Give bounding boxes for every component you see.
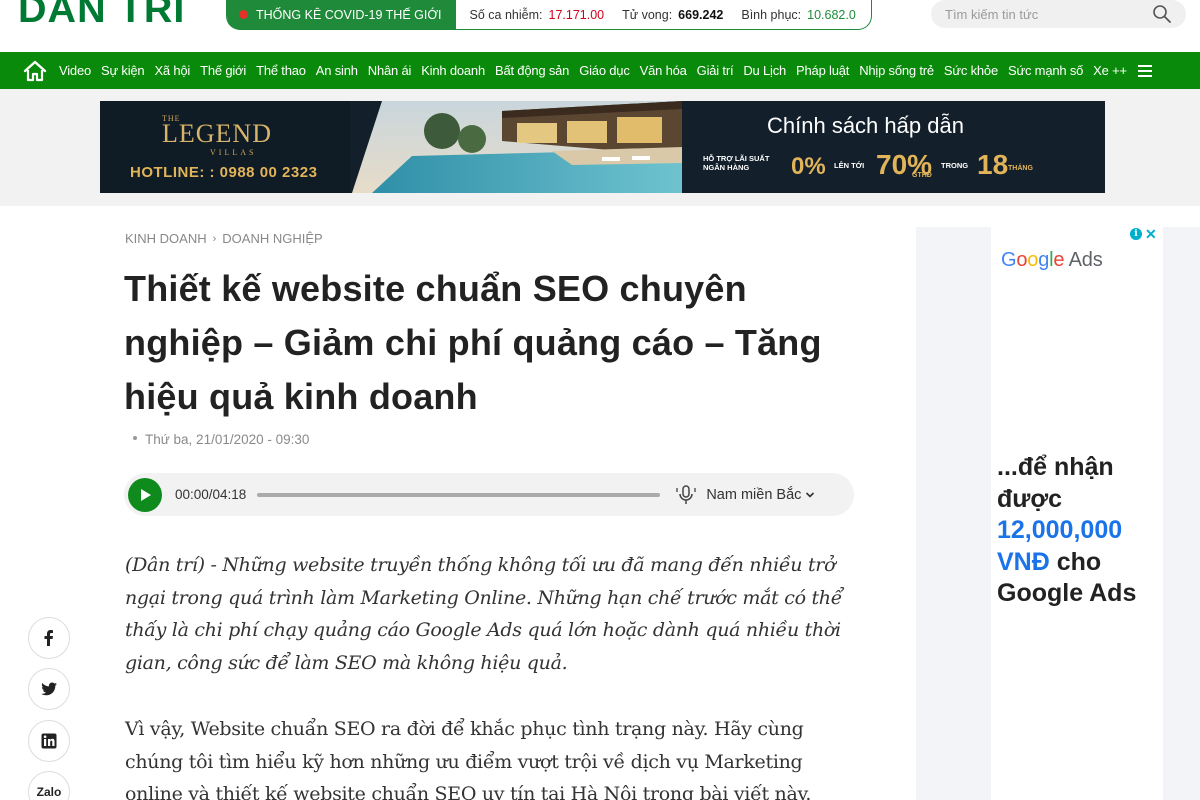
info-icon[interactable]: i <box>1130 228 1142 240</box>
banner-gthd: GTHĐ <box>912 172 932 179</box>
recovered-value: 10.682.0 <box>807 7 856 22</box>
deaths-label: Tử vong: <box>622 7 673 22</box>
audio-progress-bar[interactable] <box>257 492 661 497</box>
google-ads-logo: Google Ads <box>1001 249 1103 272</box>
nav-item-nhip-song-tre[interactable]: Nhịp sống trẻ <box>854 63 939 78</box>
play-icon <box>141 488 151 501</box>
nav-item-su-kien[interactable]: Sự kiện <box>96 63 149 78</box>
chevron-down-icon[interactable] <box>805 490 815 500</box>
breadcrumb-subcategory[interactable]: DOANH NGHIỆP <box>222 231 322 246</box>
breadcrumb-category[interactable]: KINH DOANH <box>125 231 207 246</box>
nav-item-van-hoa[interactable]: Văn hóa <box>635 63 692 78</box>
main-nav: Video Sự kiện Xã hội Thế giới Thể thao A… <box>0 52 1200 89</box>
nav-item-xa-hoi[interactable]: Xã hội <box>149 63 195 78</box>
search-input[interactable] <box>945 6 1152 22</box>
covid-cases: Số ca nhiễm: 17.171.00 <box>470 8 605 22</box>
covid-recovered: Bình phục: 10.682.0 <box>741 8 855 22</box>
article-lead: (Dân trí) - Những website truyền thống k… <box>125 554 843 674</box>
nav-item-du-lich[interactable]: Du Lịch <box>738 63 791 78</box>
cases-label: Số ca nhiễm: <box>469 7 543 22</box>
share-facebook-button[interactable] <box>28 617 70 659</box>
banner-area: THE LEGEND VILLAS HOTLINE: : 0988 00 232… <box>0 89 1200 206</box>
banner-ad[interactable]: THE LEGEND VILLAS HOTLINE: : 0988 00 232… <box>100 101 1105 193</box>
article-title: Thiết kế website chuẩn SEO chuyên nghiệp… <box>124 268 822 417</box>
close-icon[interactable]: ✕ <box>1145 227 1157 241</box>
covid-stats-bar[interactable]: THỐNG KÊ COVID-19 THẾ GIỚI Số ca nhiễm: 1… <box>226 0 872 30</box>
article-date-text: Thứ ba, 21/01/2020 - 09:30 <box>145 432 310 447</box>
nav-item-bat-dong-san[interactable]: Bất động sản <box>490 63 574 78</box>
ad-choices[interactable]: i ✕ <box>1130 227 1157 241</box>
nav-item-kinh-doanh[interactable]: Kinh doanh <box>416 63 490 78</box>
banner-support-line1: HỖ TRỢ LÃI SUẤT <box>703 154 770 163</box>
nav-item-suc-manh-so[interactable]: Sức mạnh số <box>1003 63 1088 78</box>
covid-title-text: THỐNG KÊ COVID-19 THẾ GIỚI <box>256 7 442 22</box>
deaths-value: 669.242 <box>678 7 724 22</box>
nav-item-xe[interactable]: Xe ++ <box>1088 63 1132 78</box>
banner-up-to: LÊN TỚI <box>834 161 865 170</box>
menu-icon[interactable] <box>1137 64 1152 78</box>
audio-player: 00:00/04:18 Nam miền Bắc <box>124 473 854 516</box>
google-ads-logo-text: Google Ads <box>1001 249 1103 271</box>
covid-title: THỐNG KÊ COVID-19 THẾ GIỚI <box>227 0 456 30</box>
nav-item-video[interactable]: Video <box>54 63 96 78</box>
facebook-icon <box>44 630 53 646</box>
search-box <box>931 0 1186 28</box>
twitter-icon <box>41 682 57 696</box>
logo-mark: DÂN TRÍ <box>18 0 185 31</box>
share-linkedin-button[interactable] <box>28 720 70 762</box>
nav-item-giao-duc[interactable]: Giáo dục <box>574 63 634 78</box>
banner-hotline: HOTLINE: : 0988 00 2323 <box>130 164 318 181</box>
nav-item-an-sinh[interactable]: An sinh <box>311 63 363 78</box>
microphone-icon[interactable] <box>674 483 698 507</box>
zalo-icon: Zalo <box>36 785 62 799</box>
share-zalo-button[interactable]: Zalo <box>28 771 70 800</box>
ad-copy-line1: ...để nhận được <box>997 453 1114 513</box>
banner-rate: 0% <box>791 153 826 180</box>
voice-select[interactable]: Nam miền Bắc <box>706 487 801 503</box>
cases-value: 17.171.00 <box>548 7 605 22</box>
banner-within: TRONG <box>941 161 969 170</box>
play-button[interactable] <box>128 477 162 512</box>
ad-copy: ...để nhận được 12,000,000 VNĐ cho Googl… <box>997 452 1157 610</box>
audio-time: 00:00/04:18 <box>175 487 247 502</box>
banner-villa-photo <box>352 101 682 193</box>
banner-brand-name: LEGEND <box>162 119 272 148</box>
banner-headline: Chính sách hấp dẫn <box>767 113 964 138</box>
site-logo[interactable]: DÂN TRÍ <box>18 0 191 39</box>
breadcrumb: KINH DOANH › DOANH NGHIỆP <box>125 231 323 246</box>
covid-deaths: Tử vong: 669.242 <box>622 8 723 22</box>
nav-item-giai-tri[interactable]: Giải trí <box>692 63 739 78</box>
nav-item-the-gioi[interactable]: Thế giới <box>195 63 251 78</box>
nav-item-nhan-ai[interactable]: Nhân ái <box>363 63 416 78</box>
banner-support-line2: NGÂN HÀNG <box>703 163 750 172</box>
share-twitter-button[interactable] <box>28 668 70 710</box>
nav-item-phap-luat[interactable]: Pháp luật <box>791 63 854 78</box>
nav-item-the-thao[interactable]: Thể thao <box>251 63 311 78</box>
bullet-icon <box>133 436 137 441</box>
search-icon[interactable] <box>1152 4 1172 24</box>
chevron-right-icon: › <box>212 232 217 245</box>
live-dot-icon <box>239 10 248 19</box>
home-icon[interactable] <box>22 60 48 82</box>
banner-brand-sub: VILLAS <box>210 148 257 157</box>
top-header: DÂN TRÍ THỐNG KÊ COVID-19 THẾ GIỚI Số ca… <box>0 0 1200 52</box>
svg-text:DÂN TRÍ: DÂN TRÍ <box>18 0 185 31</box>
article-date: Thứ ba, 21/01/2020 - 09:30 <box>133 432 309 447</box>
banner-months-label: THÁNG <box>1008 165 1033 172</box>
nav-item-suc-khoe[interactable]: Sức khỏe <box>939 63 1003 78</box>
linkedin-icon <box>41 733 57 749</box>
article-paragraph: Vì vậy, Website chuẩn SEO ra đời để khắc… <box>125 718 812 800</box>
recovered-label: Bình phục: <box>741 7 802 22</box>
banner-months-value: 18 <box>977 149 1009 180</box>
